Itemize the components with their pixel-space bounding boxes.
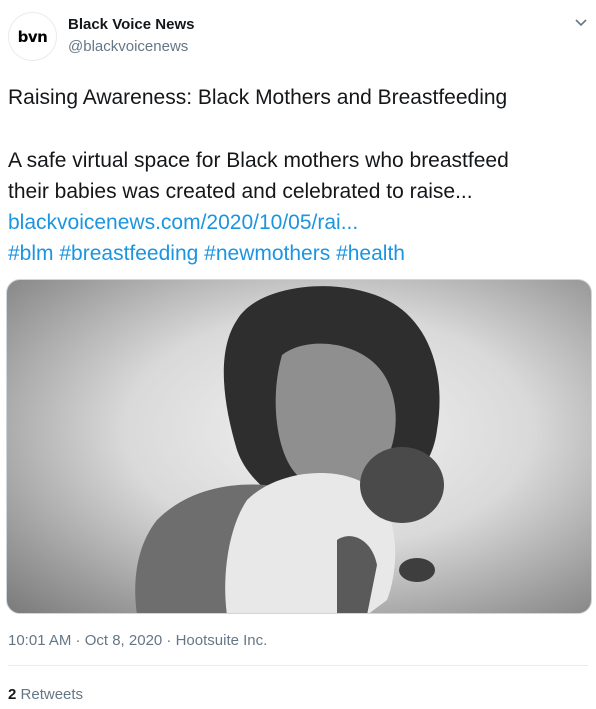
user-handle[interactable]: @blackvoicenews [68, 38, 188, 55]
hashtag-link[interactable]: #blm [8, 242, 54, 265]
retweet-label: Retweets [20, 686, 84, 703]
tweet-link[interactable]: blackvoicenews.com/2020/10/05/rai... [8, 211, 358, 234]
display-name[interactable]: Black Voice News [68, 16, 194, 33]
more-options-button[interactable] [572, 14, 590, 32]
divider [8, 665, 588, 666]
tweet-card: bvn Black Voice News @blackvoicenews Rai… [0, 0, 596, 709]
tweet-body-line: their babies was created and celebrated … [8, 180, 473, 203]
hashtag-link[interactable]: #newmothers [204, 242, 330, 265]
avatar-logo-text: bvn [17, 27, 48, 46]
hashtag-link[interactable]: #health [336, 242, 405, 265]
tweet-body: A safe virtual space for Black mothers w… [8, 145, 588, 269]
avatar[interactable]: bvn [8, 12, 57, 61]
tweet-title: Raising Awareness: Black Mothers and Bre… [8, 86, 508, 109]
hashtag-link[interactable]: #breastfeeding [59, 242, 198, 265]
tweet-body-line: A safe virtual space for Black mothers w… [8, 149, 509, 172]
retweet-stats[interactable]: 2 Retweets [8, 686, 83, 703]
retweet-count: 2 [8, 686, 17, 703]
photo-illustration [135, 286, 444, 613]
tweet-photo[interactable] [6, 279, 592, 614]
chevron-down-icon [575, 19, 587, 27]
tweet-timestamp[interactable]: 10:01 AM · Oct 8, 2020 · Hootsuite Inc. [8, 632, 267, 649]
